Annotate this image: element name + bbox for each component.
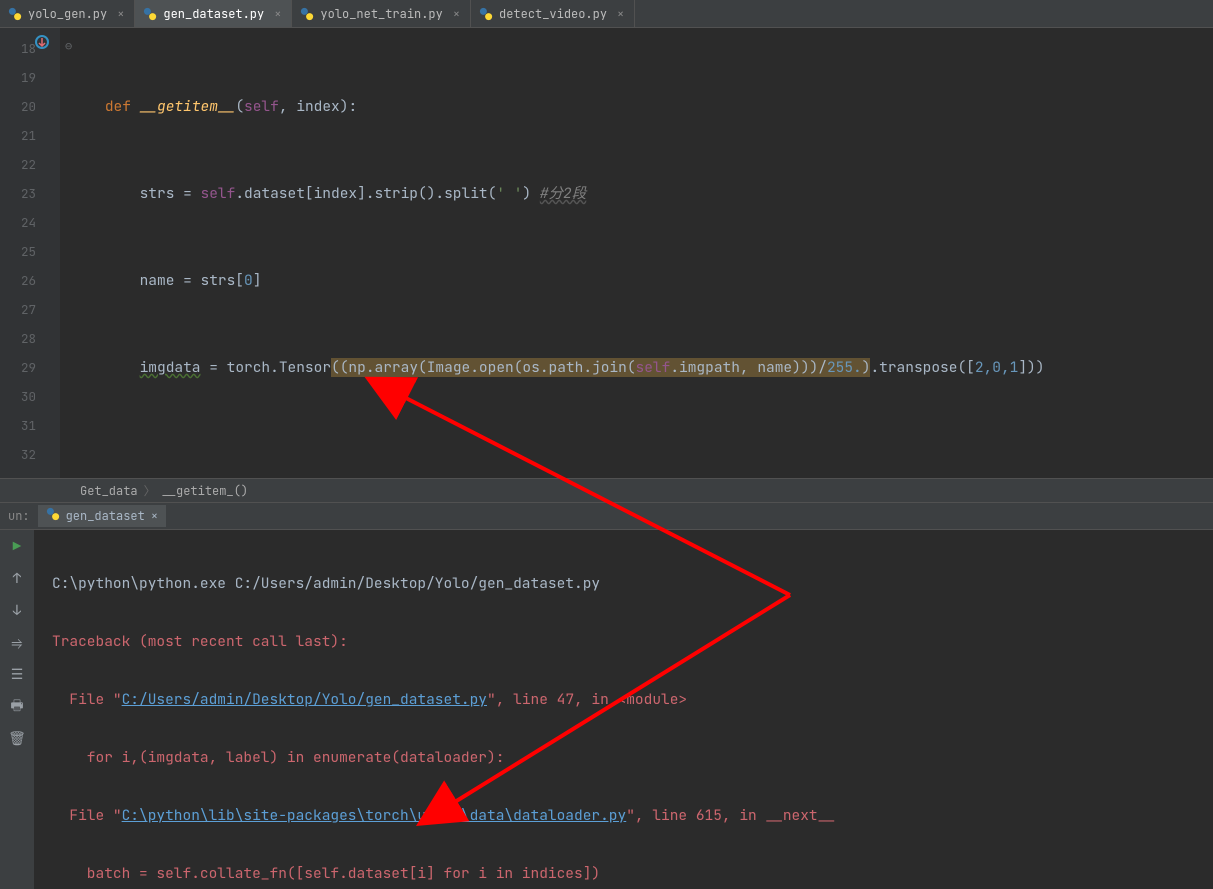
run-config-tab[interactable]: gen_dataset ×: [38, 505, 166, 527]
run-label: un:: [0, 508, 38, 524]
console-line: C:\python\python.exe C:/Users/admin/Desk…: [52, 569, 1213, 598]
layout-icon[interactable]: ☰: [6, 664, 28, 686]
up-icon[interactable]: ↑: [6, 568, 28, 590]
editor[interactable]: 181920212223242526272829303132 ⊖ def __g…: [0, 28, 1213, 478]
close-icon[interactable]: ×: [117, 6, 124, 22]
tab-label: yolo_gen.py: [28, 6, 107, 22]
python-icon: [300, 7, 314, 21]
console-toolbar: ▶ ↑ ↓ ⥤ ☰ 🖶 🗑: [0, 530, 34, 889]
python-icon: [8, 7, 22, 21]
comment: #分2段: [540, 184, 586, 203]
console-line: Traceback (most recent call last):: [52, 627, 1213, 656]
tab-detect-video[interactable]: detect_video.py ×: [471, 0, 635, 27]
tab-label: yolo_net_train.py: [320, 6, 442, 22]
close-icon[interactable]: ×: [151, 508, 158, 524]
close-icon[interactable]: ×: [453, 6, 460, 22]
rerun-icon[interactable]: ▶: [6, 536, 28, 558]
override-icon: [34, 34, 54, 54]
tab-label: detect_video.py: [499, 6, 607, 22]
func-name: __getitem__: [140, 97, 236, 116]
console-line: for i,(imgdata, label) in enumerate(data…: [52, 743, 1213, 772]
editor-tabs: yolo_gen.py × gen_dataset.py × yolo_net_…: [0, 0, 1213, 28]
console-panel: ▶ ↑ ↓ ⥤ ☰ 🖶 🗑 C:\python\python.exe C:/Us…: [0, 530, 1213, 889]
python-icon: [46, 507, 60, 525]
breadcrumb-class[interactable]: Get_data: [80, 483, 138, 499]
tab-label: gen_dataset.py: [163, 6, 264, 22]
tab-gen-dataset[interactable]: gen_dataset.py ×: [135, 0, 292, 27]
breadcrumb-method[interactable]: __getitem_(): [162, 483, 248, 499]
run-config-name: gen_dataset: [66, 508, 145, 524]
chevron-right-icon: 〉: [144, 482, 156, 499]
keyword: def: [105, 97, 131, 116]
trash-icon[interactable]: 🗑: [6, 728, 28, 750]
tab-yolo-gen[interactable]: yolo_gen.py ×: [0, 0, 135, 27]
console-line: File "C:/Users/admin/Desktop/Yolo/gen_da…: [52, 685, 1213, 714]
close-icon[interactable]: ×: [617, 6, 624, 22]
console-output[interactable]: C:\python\python.exe C:/Users/admin/Desk…: [34, 530, 1213, 889]
run-toolbar: un: gen_dataset ×: [0, 502, 1213, 530]
breadcrumb[interactable]: Get_data 〉 __getitem_(): [0, 478, 1213, 502]
code-body[interactable]: def __getitem__(self, index): strs = sel…: [60, 28, 1213, 478]
print-icon[interactable]: 🖶: [6, 696, 28, 718]
stepover-icon[interactable]: ⥤: [6, 632, 28, 654]
line-gutter: 181920212223242526272829303132: [0, 28, 60, 478]
python-icon: [479, 7, 493, 21]
down-icon[interactable]: ↓: [6, 600, 28, 622]
tab-yolo-net-train[interactable]: yolo_net_train.py ×: [292, 0, 471, 27]
file-link[interactable]: C:\python\lib\site-packages\torch\utils\…: [122, 806, 627, 825]
file-link[interactable]: C:/Users/admin/Desktop/Yolo/gen_dataset.…: [122, 690, 487, 709]
python-icon: [143, 7, 157, 21]
close-icon[interactable]: ×: [274, 6, 281, 22]
console-line: batch = self.collate_fn([self.dataset[i]…: [52, 859, 1213, 888]
console-line: File "C:\python\lib\site-packages\torch\…: [52, 801, 1213, 830]
